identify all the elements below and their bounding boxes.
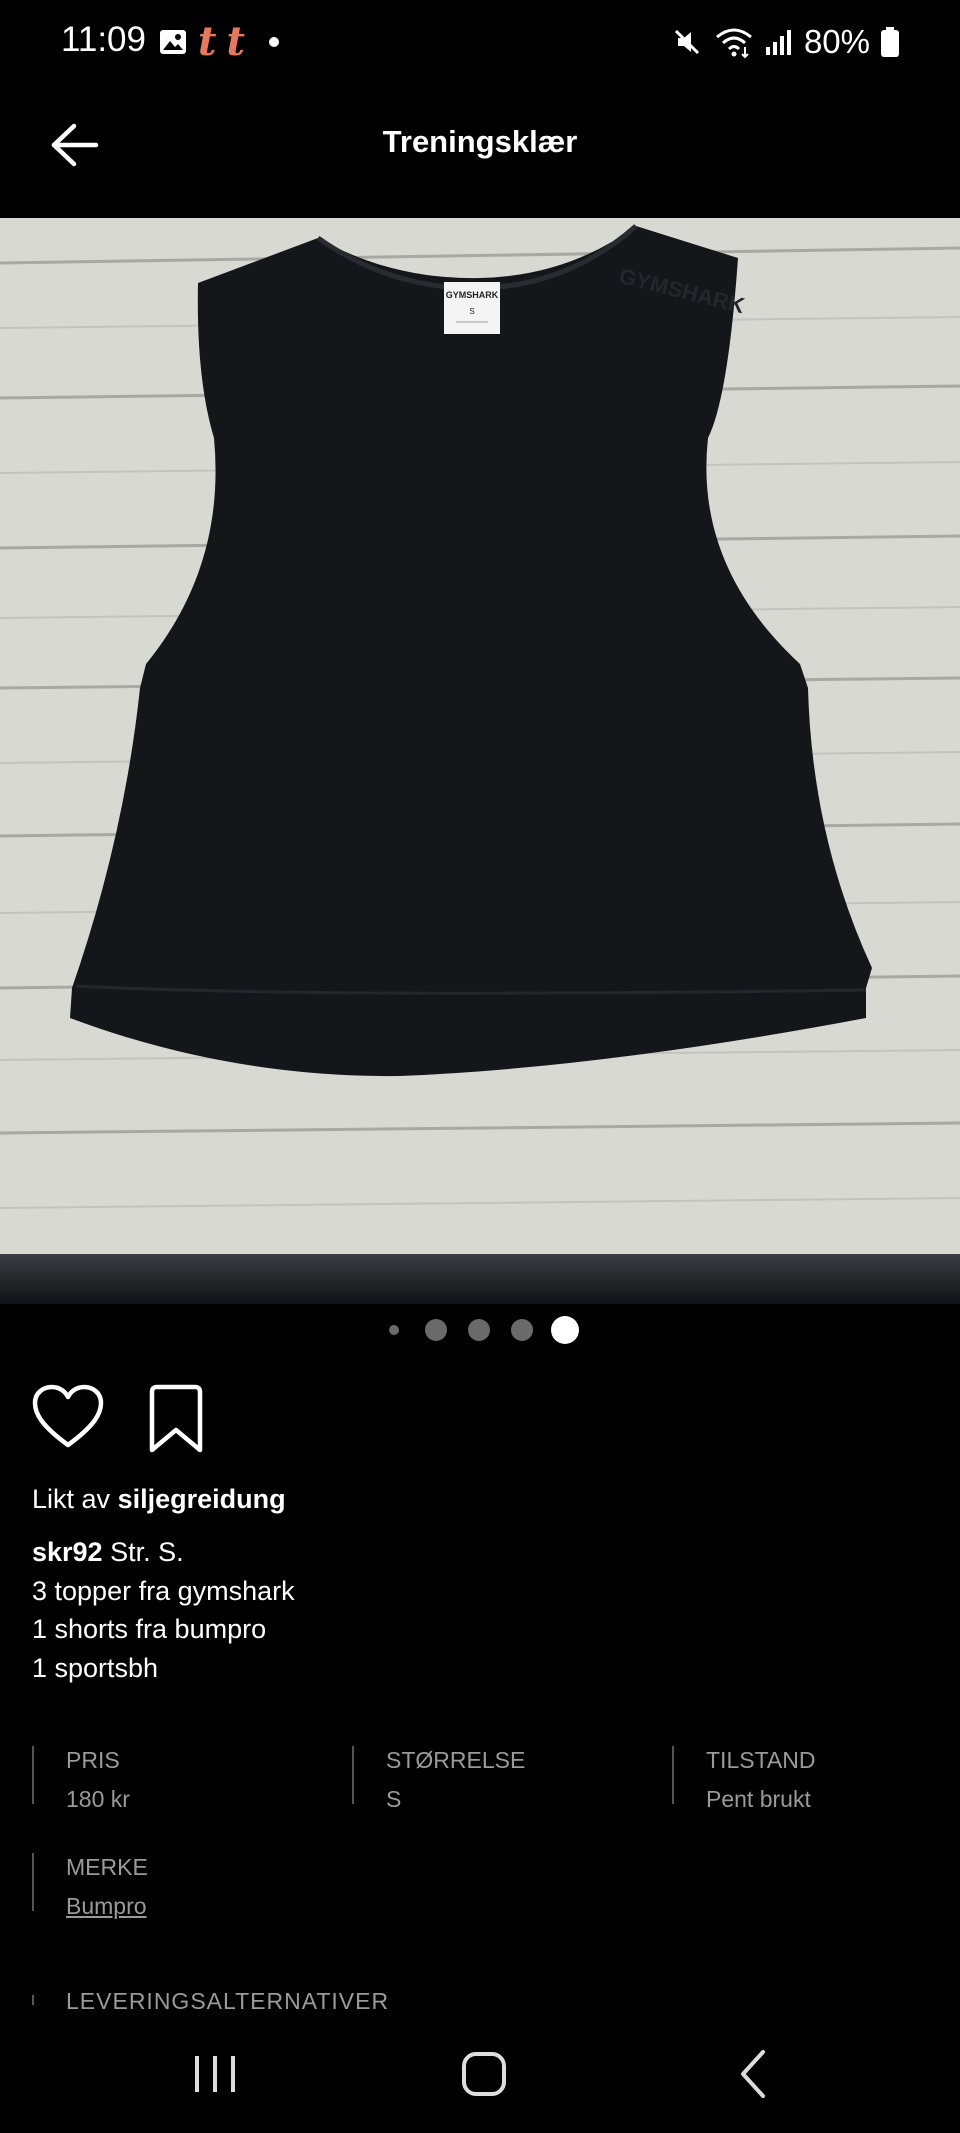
liked-by-prefix: Likt av [32,1484,111,1514]
description-line: 1 sportsbh [32,1652,159,1683]
carousel-dot-active[interactable] [551,1316,579,1344]
tumblr-icon: t [198,18,217,65]
description-first-line: skr92 Str. S. [32,1533,295,1572]
wifi-icon [715,28,752,59]
carousel-indicator[interactable] [0,1312,960,1348]
size-value: S [386,1786,402,1812]
description-line: 3 topper fra gymshark [32,1575,295,1606]
gallery-icon [160,30,186,54]
price-value: 180 kr [66,1786,130,1812]
recents-button[interactable] [175,2038,255,2108]
neck-label-brand: GYMSHARK [446,290,499,300]
neck-label-size: S [469,307,474,316]
page-title: Treningsklær [382,124,578,159]
product-photo[interactable]: GYMSHARK S GYMSHARK [0,218,960,1304]
brand-link[interactable]: Bumpro [66,1892,148,1920]
brand-label: MERKE [66,1854,148,1880]
home-button[interactable] [444,2038,524,2108]
detail-size: STØRRELSE S [352,1746,526,1812]
dot-icon [268,37,279,47]
listing-description: skr92 Str. S. 3 topper fra gymshark 1 sh… [32,1533,295,1687]
detail-price: PRIS 180 kr [32,1746,130,1812]
like-button[interactable] [32,1384,104,1450]
description-size: Str. S. [102,1537,184,1567]
price-label: PRIS [66,1747,120,1773]
mute-icon [674,29,699,55]
recents-icon [195,2056,235,2092]
save-button[interactable] [146,1384,206,1454]
battery-icon [881,27,899,57]
bookmark-icon [149,1384,203,1453]
condition-value: Pent brukt [706,1786,811,1812]
delivery-options-label: LEVERINGSALTERNATIVER [66,1988,390,2014]
liked-by: Likt av siljegreidung [32,1484,286,1515]
condition-label: TILSTAND [706,1747,816,1773]
heart-icon [32,1384,104,1448]
detail-condition: TILSTAND Pent brukt [672,1746,816,1812]
home-icon [462,2052,506,2096]
system-back-button[interactable] [713,2038,793,2108]
seller-username[interactable]: skr92 [32,1537,103,1567]
app-header: Treningsklær [0,100,960,190]
carousel-dot[interactable] [425,1319,447,1341]
back-icon [741,2050,765,2098]
notification-icons: t t [158,20,279,64]
carousel-dot[interactable] [389,1325,399,1335]
system-navigation-bar [0,2012,960,2133]
delivery-divider [32,1995,34,2005]
status-time: 11:09 [61,20,146,59]
signal-icon [765,30,791,55]
carousel-dot[interactable] [511,1319,533,1341]
battery-percentage: 80% [803,23,870,60]
carousel-dot[interactable] [468,1319,490,1341]
status-bar: 11:09 t t 80% [0,0,960,84]
system-icons: 80% [670,20,900,64]
description-line: 1 shorts fra bumpro [32,1614,267,1644]
size-label: STØRRELSE [386,1747,526,1773]
tumblr-icon: t [226,18,245,65]
detail-brand: MERKE Bumpro [32,1853,148,1919]
liked-by-user[interactable]: siljegreidung [118,1484,286,1514]
